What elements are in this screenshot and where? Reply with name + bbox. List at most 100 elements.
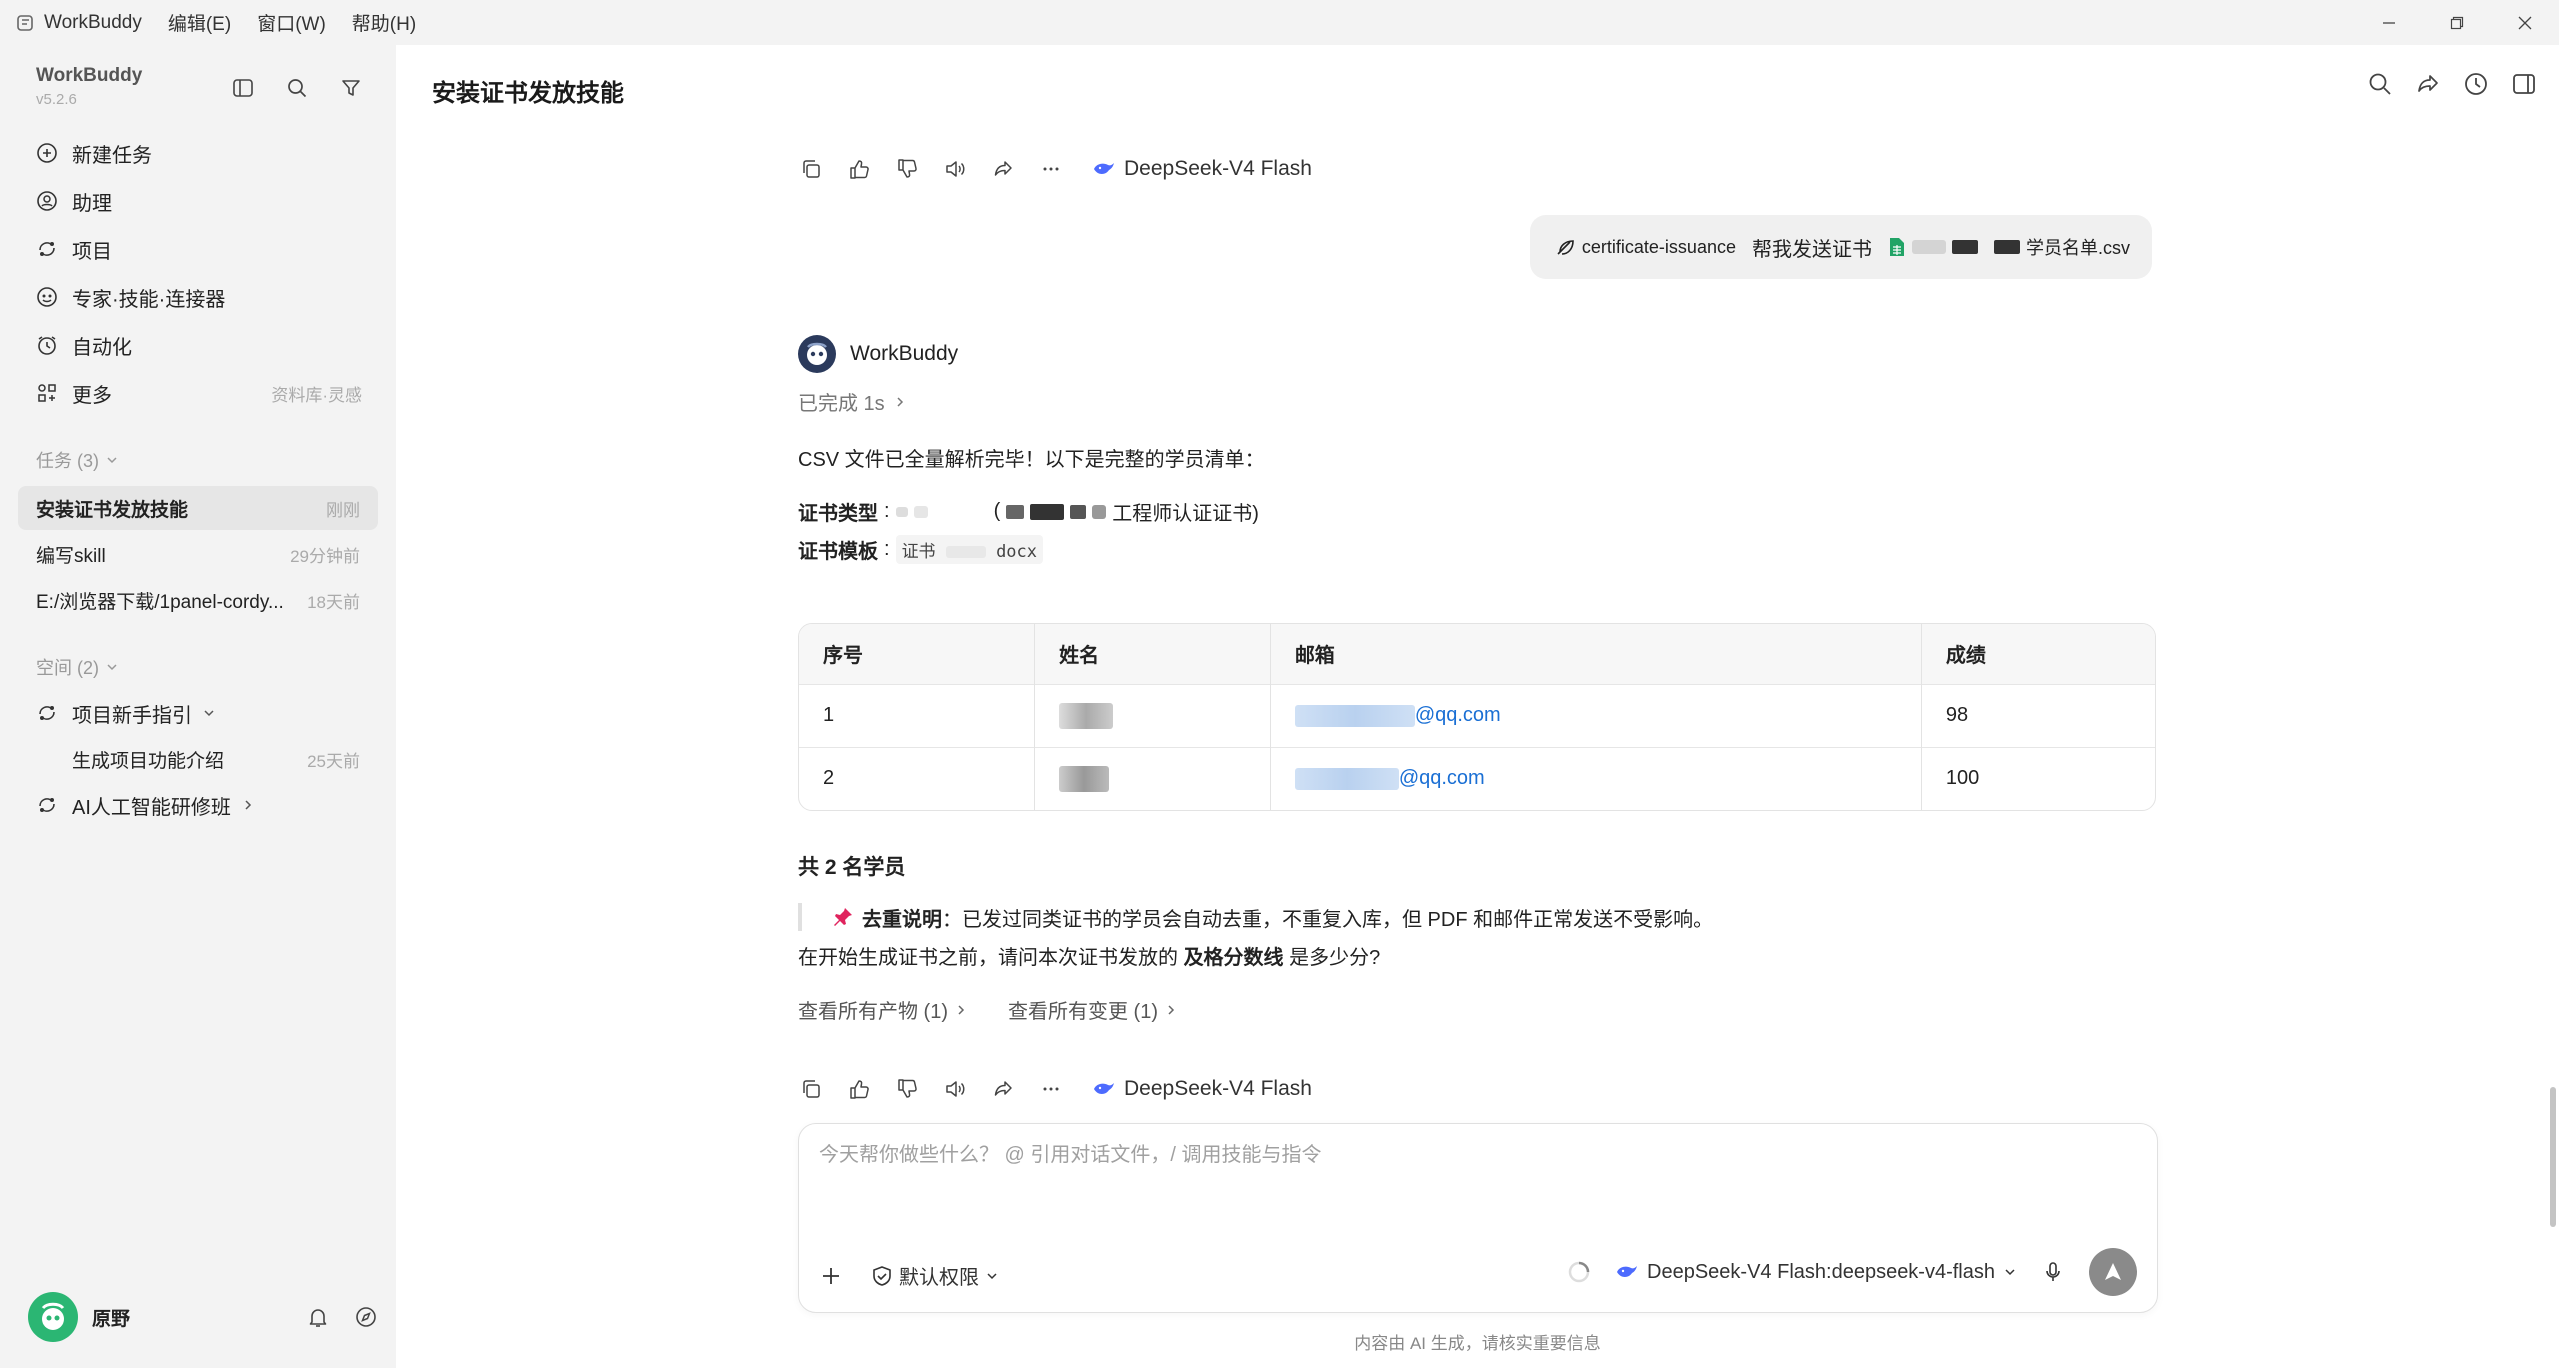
share-icon — [994, 161, 1012, 176]
redacted-text — [1070, 504, 1087, 519]
settings-button[interactable] — [354, 1305, 378, 1329]
composer-left-tools: 默认权限 — [819, 1261, 999, 1290]
menu-edit[interactable]: 编辑(E) — [168, 9, 231, 36]
tasks-section-toggle[interactable]: 任务 (3) — [36, 447, 119, 473]
side-panel-icon — [2513, 74, 2535, 94]
nav-assistant[interactable]: 助理 — [18, 177, 378, 225]
copy-icon — [803, 1080, 820, 1098]
toggle-panel-button[interactable] — [2511, 71, 2537, 97]
permission-select[interactable]: 默认权限 — [871, 1261, 999, 1290]
share-button[interactable] — [990, 156, 1016, 182]
menu-help[interactable]: 帮助(H) — [352, 9, 416, 36]
send-button[interactable] — [2089, 1248, 2137, 1296]
notification-button[interactable] — [306, 1305, 330, 1329]
history-button[interactable] — [2463, 71, 2489, 97]
nav-new-task[interactable]: 新建任务 — [18, 129, 378, 177]
workbuddy-logo-icon — [807, 342, 827, 365]
message-actions: DeepSeek-V4 Flash — [798, 1069, 1312, 1109]
task-item[interactable]: E:/浏览器下载/1panel-cordy... 18天前 — [18, 578, 378, 622]
chevron-down-icon — [204, 710, 214, 717]
sidebar-tools — [226, 71, 368, 105]
minimize-icon — [2383, 21, 2395, 24]
redacted-text — [1993, 240, 2020, 254]
nav-label: 项目 — [72, 240, 112, 263]
restore-button[interactable] — [2423, 0, 2491, 45]
nav-label: 专家·技能·连接器 — [72, 288, 226, 311]
space-sub-item[interactable]: 生成项目功能介绍 25天前 — [18, 737, 378, 781]
share-button[interactable] — [2415, 71, 2441, 97]
view-changes-link[interactable]: 查看所有变更 (1) — [1008, 995, 1178, 1024]
clock-icon — [2465, 73, 2487, 95]
main-panel: 安装证书发放技能 DeepSeek-V4 Flash certificate-i… — [396, 45, 2559, 1368]
file-chip[interactable]: 学员名单.csv — [1888, 234, 2130, 260]
loading-spinner-icon — [1567, 1260, 1591, 1284]
brand: WorkBuddy v5.2.6 — [36, 65, 142, 108]
dislike-button[interactable] — [894, 1076, 920, 1102]
avatar[interactable] — [28, 1292, 78, 1342]
search-button[interactable] — [2367, 71, 2393, 97]
scrollbar[interactable] — [2545, 125, 2559, 1227]
nav-experts[interactable]: 专家·技能·连接器 — [18, 273, 378, 321]
bell-icon — [309, 1309, 327, 1327]
copy-button[interactable] — [798, 156, 824, 182]
cert-template-prefix: 证书 — [901, 542, 936, 562]
column-header: 成绩 — [1921, 624, 2155, 684]
space-name: AI人工智能研修班 — [72, 796, 231, 819]
title-bar: WorkBuddy 编辑(E) 窗口(W) 帮助(H) — [0, 0, 2559, 45]
view-artifacts-link[interactable]: 查看所有产物 (1) — [798, 995, 968, 1024]
task-item[interactable]: 编写skill 29分钟前 — [18, 532, 378, 576]
space-item[interactable]: 项目新手指引 — [18, 689, 378, 737]
spaces-section-toggle[interactable]: 空间 (2) — [36, 654, 119, 680]
model-select[interactable]: DeepSeek-V4 Flash:deepseek-v4-flash — [1615, 1261, 2017, 1284]
share-button[interactable] — [990, 1076, 1016, 1102]
search-button[interactable] — [280, 71, 314, 105]
space-item[interactable]: AI人工智能研修班 — [18, 781, 378, 829]
scrollbar-thumb[interactable] — [2550, 1087, 2556, 1227]
table-row: 1 @qq.com 98 — [799, 683, 2155, 747]
question-post: 是多少分? — [1283, 947, 1381, 969]
skill-chip[interactable]: certificate-issuance — [1554, 236, 1736, 258]
like-button[interactable] — [846, 1076, 872, 1102]
minimize-button[interactable] — [2355, 0, 2423, 45]
user-bar: 原野 — [28, 1289, 378, 1345]
close-button[interactable] — [2491, 0, 2559, 45]
add-attachment-button[interactable] — [819, 1264, 843, 1288]
assistant-icon — [34, 188, 60, 214]
nav-automation[interactable]: 自动化 — [18, 321, 378, 369]
more-button[interactable] — [1038, 1076, 1064, 1102]
status-toggle[interactable]: 已完成 1s — [798, 387, 907, 416]
prompt-input[interactable] — [819, 1144, 2119, 1167]
task-name: E:/浏览器下载/1panel-cordy... — [36, 591, 284, 613]
toggle-sidebar-button[interactable] — [226, 71, 260, 105]
model-tag: DeepSeek-V4 Flash — [1092, 1077, 1312, 1101]
task-item[interactable]: 安装证书发放技能 刚刚 — [18, 486, 378, 530]
message-actions: DeepSeek-V4 Flash — [798, 149, 1312, 189]
nav-project[interactable]: 项目 — [18, 225, 378, 273]
read-aloud-button[interactable] — [942, 156, 968, 182]
bot-avatar — [798, 335, 836, 373]
copy-button[interactable] — [798, 1076, 824, 1102]
cell-name — [1034, 683, 1271, 747]
more-button[interactable] — [1038, 156, 1064, 182]
menu-window[interactable]: 窗口(W) — [257, 9, 326, 36]
sidebar-nav: 新建任务 助理 项目 专家·技能·连接器 自动化 更多 资料库·灵感 — [18, 129, 378, 417]
redacted-text — [945, 546, 986, 558]
column-header: 序号 — [799, 624, 1036, 684]
voice-input-button[interactable] — [2041, 1260, 2065, 1284]
dislike-button[interactable] — [894, 156, 920, 182]
cert-type-value: 工程师认证证书) — [1112, 503, 1259, 525]
space-sub-name: 生成项目功能介绍 — [72, 750, 225, 772]
dedup-text: 已发过同类证书的学员会自动去重，不重复入库，但 PDF 和邮件正常发送不受影响。 — [962, 908, 1714, 931]
plus-circle-icon — [34, 140, 60, 166]
nav-more[interactable]: 更多 资料库·灵感 — [18, 369, 378, 417]
email-link[interactable]: @qq.com — [1415, 704, 1501, 726]
read-aloud-button[interactable] — [942, 1076, 968, 1102]
chevron-down-icon — [107, 457, 117, 464]
sidebar-panel-icon — [233, 79, 253, 97]
expert-icon — [34, 284, 60, 310]
filter-button[interactable] — [334, 71, 368, 105]
cert-template-row: 证书模板: 证书 docx — [798, 535, 1044, 564]
email-link[interactable]: @qq.com — [1399, 767, 1485, 789]
cell-no: 1 — [799, 683, 1036, 747]
like-button[interactable] — [846, 156, 872, 182]
